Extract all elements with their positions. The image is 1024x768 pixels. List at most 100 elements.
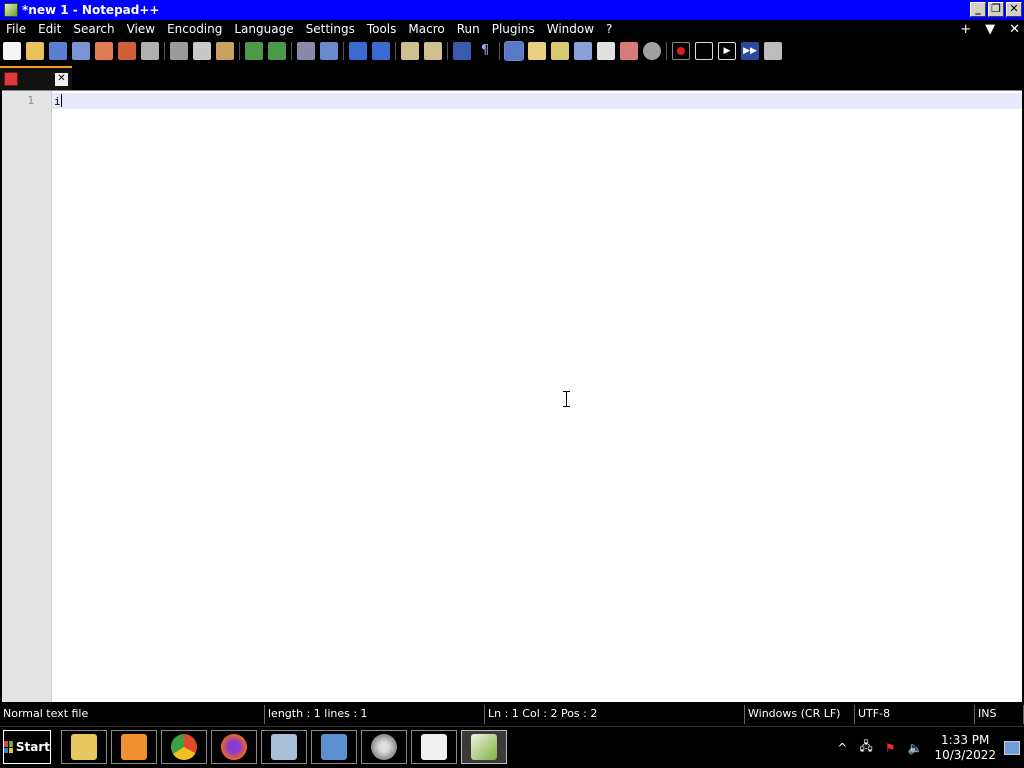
current-line-highlight [52, 93, 1022, 109]
menu-encoding[interactable]: Encoding [161, 20, 228, 39]
taskbar-firefox[interactable] [211, 730, 257, 764]
taskbar: Start ^ 🖧 ⚑ 🔈 1:33 PM 10/3/2022 [0, 726, 1024, 768]
menu-macro[interactable]: Macro [402, 20, 450, 39]
clock-time: 1:33 PM [941, 732, 990, 747]
tray-expand-chevron[interactable]: ^ [837, 741, 847, 755]
taskbar-solitaire[interactable] [411, 730, 457, 764]
close-button[interactable]: ✕ [1006, 2, 1022, 17]
taskbar-media-player[interactable] [111, 730, 157, 764]
notepadpp-app-icon[interactable] [4, 3, 18, 17]
taskbar-chrome[interactable] [161, 730, 207, 764]
undo-icon[interactable] [245, 42, 263, 60]
clock-date: 10/3/2022 [934, 747, 996, 762]
play-macro-icon[interactable]: ▶ [718, 42, 736, 60]
stop-macro-icon[interactable] [695, 42, 713, 60]
menu-search[interactable]: Search [67, 20, 120, 39]
taskbar-settings[interactable] [361, 730, 407, 764]
save-all-icon[interactable] [72, 42, 90, 60]
chrome-icon [171, 734, 197, 760]
line-text: i [54, 95, 61, 108]
monitoring-icon[interactable] [620, 42, 638, 60]
menu-window[interactable]: Window [541, 20, 600, 39]
menu-settings[interactable]: Settings [300, 20, 361, 39]
editor-line[interactable]: i [54, 94, 62, 108]
sync-vertical-icon[interactable] [401, 42, 419, 60]
word-wrap-icon[interactable] [453, 42, 471, 60]
restore-button[interactable]: ❐ [988, 2, 1004, 17]
udl-icon[interactable] [528, 42, 546, 60]
add-tab-button[interactable]: + [960, 20, 971, 39]
media-player-icon [121, 734, 147, 760]
text-editor[interactable]: 1 i [2, 90, 1022, 702]
close-all-icon[interactable] [118, 42, 136, 60]
record-macro-icon[interactable] [672, 42, 690, 60]
taskbar-control-panel[interactable] [311, 730, 357, 764]
show-all-chars-icon[interactable]: ¶ [476, 42, 494, 60]
tab-new-1[interactable]: ✕ [0, 66, 72, 90]
status-eol[interactable]: Windows (CR LF) [745, 705, 855, 724]
menu-plugins[interactable]: Plugins [486, 20, 541, 39]
replace-icon[interactable] [320, 42, 338, 60]
paste-icon[interactable] [216, 42, 234, 60]
line-number: 1 [27, 94, 34, 107]
menu-help[interactable]: ? [600, 20, 618, 39]
menu-tools[interactable]: Tools [361, 20, 403, 39]
find-icon[interactable] [297, 42, 315, 60]
toolbar-separator [499, 42, 500, 60]
zoom-out-icon[interactable] [372, 42, 390, 60]
show-desktop-icon[interactable] [1004, 740, 1020, 755]
copy-icon[interactable] [193, 42, 211, 60]
firefox-icon [221, 734, 247, 760]
status-encoding[interactable]: UTF-8 [855, 705, 975, 724]
unsaved-file-icon [4, 72, 18, 86]
open-file-icon[interactable] [26, 42, 44, 60]
new-file-icon[interactable] [3, 42, 21, 60]
print-icon[interactable] [141, 42, 159, 60]
volume-icon[interactable]: 🔈 [908, 741, 923, 755]
start-label: Start [15, 740, 50, 754]
close-icon[interactable] [95, 42, 113, 60]
control-panel-icon [321, 734, 347, 760]
close-document-button[interactable]: ✕ [1009, 20, 1020, 39]
taskbar-notepadpp[interactable] [461, 730, 507, 764]
run-macro-multiple-icon[interactable]: ▶▶ [741, 42, 759, 60]
redo-icon[interactable] [268, 42, 286, 60]
documents-icon [271, 734, 297, 760]
action-center-flag-icon[interactable]: ⚑ [885, 741, 896, 755]
status-insert-mode[interactable]: INS [975, 705, 1024, 724]
tab-close-icon[interactable]: ✕ [55, 72, 68, 86]
toolbar-separator [343, 42, 344, 60]
text-caret [60, 94, 62, 107]
ibeam-cursor-icon [563, 391, 570, 407]
cut-icon[interactable] [170, 42, 188, 60]
sync-horizontal-icon[interactable] [424, 42, 442, 60]
window-controls: _ ❐ ✕ [970, 2, 1022, 17]
minimize-button[interactable]: _ [970, 2, 986, 17]
zoom-in-icon[interactable] [349, 42, 367, 60]
taskbar-file-explorer[interactable] [61, 730, 107, 764]
indent-guide-icon[interactable] [504, 41, 524, 61]
menu-language[interactable]: Language [228, 20, 299, 39]
save-macro-icon[interactable] [764, 42, 782, 60]
settings-gear-icon [371, 734, 397, 760]
menu-file[interactable]: File [0, 20, 32, 39]
function-list-icon[interactable] [574, 42, 592, 60]
clock[interactable]: 1:33 PM 10/3/2022 [934, 733, 996, 763]
doc-map-icon[interactable] [551, 42, 569, 60]
taskbar-documents[interactable] [261, 730, 307, 764]
menu-edit[interactable]: Edit [32, 20, 67, 39]
tab-bar: ✕ [0, 63, 1024, 90]
solitaire-icon [421, 734, 447, 760]
toolbar-separator [395, 42, 396, 60]
folder-workspace-icon[interactable] [597, 42, 615, 60]
start-button[interactable]: Start [3, 730, 51, 764]
menu-view[interactable]: View [121, 20, 161, 39]
notepadpp-icon [471, 734, 497, 760]
menu-bar: File Edit Search View Encoding Language … [0, 20, 1024, 39]
network-icon[interactable]: 🖧 [859, 737, 872, 758]
menu-run[interactable]: Run [451, 20, 486, 39]
doc-switcher-icon[interactable] [643, 42, 661, 60]
save-icon[interactable] [49, 42, 67, 60]
toolbar-separator [239, 42, 240, 60]
tab-list-dropdown[interactable]: ▼ [985, 20, 995, 39]
